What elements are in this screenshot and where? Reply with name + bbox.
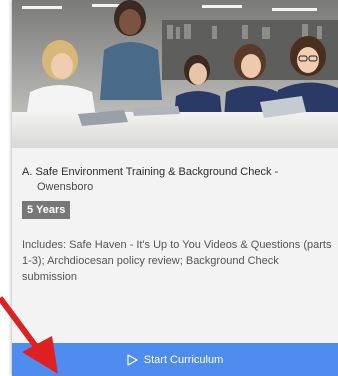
course-card: A. Safe Environment Training & Backgroun… [12, 0, 338, 376]
course-description: Includes: Safe Haven - It's Up to You Vi… [22, 239, 332, 283]
course-thumbnail-image [12, 0, 338, 148]
start-curriculum-label: Start Curriculum [143, 353, 224, 366]
start-curriculum-button[interactable]: Start Curriculum [12, 343, 338, 376]
course-location: Owensboro [37, 181, 94, 193]
play-outline-icon [127, 353, 138, 366]
course-title: A. Safe Environment Training & Backgroun… [22, 166, 279, 178]
duration-badge: 5 Years [22, 201, 71, 219]
